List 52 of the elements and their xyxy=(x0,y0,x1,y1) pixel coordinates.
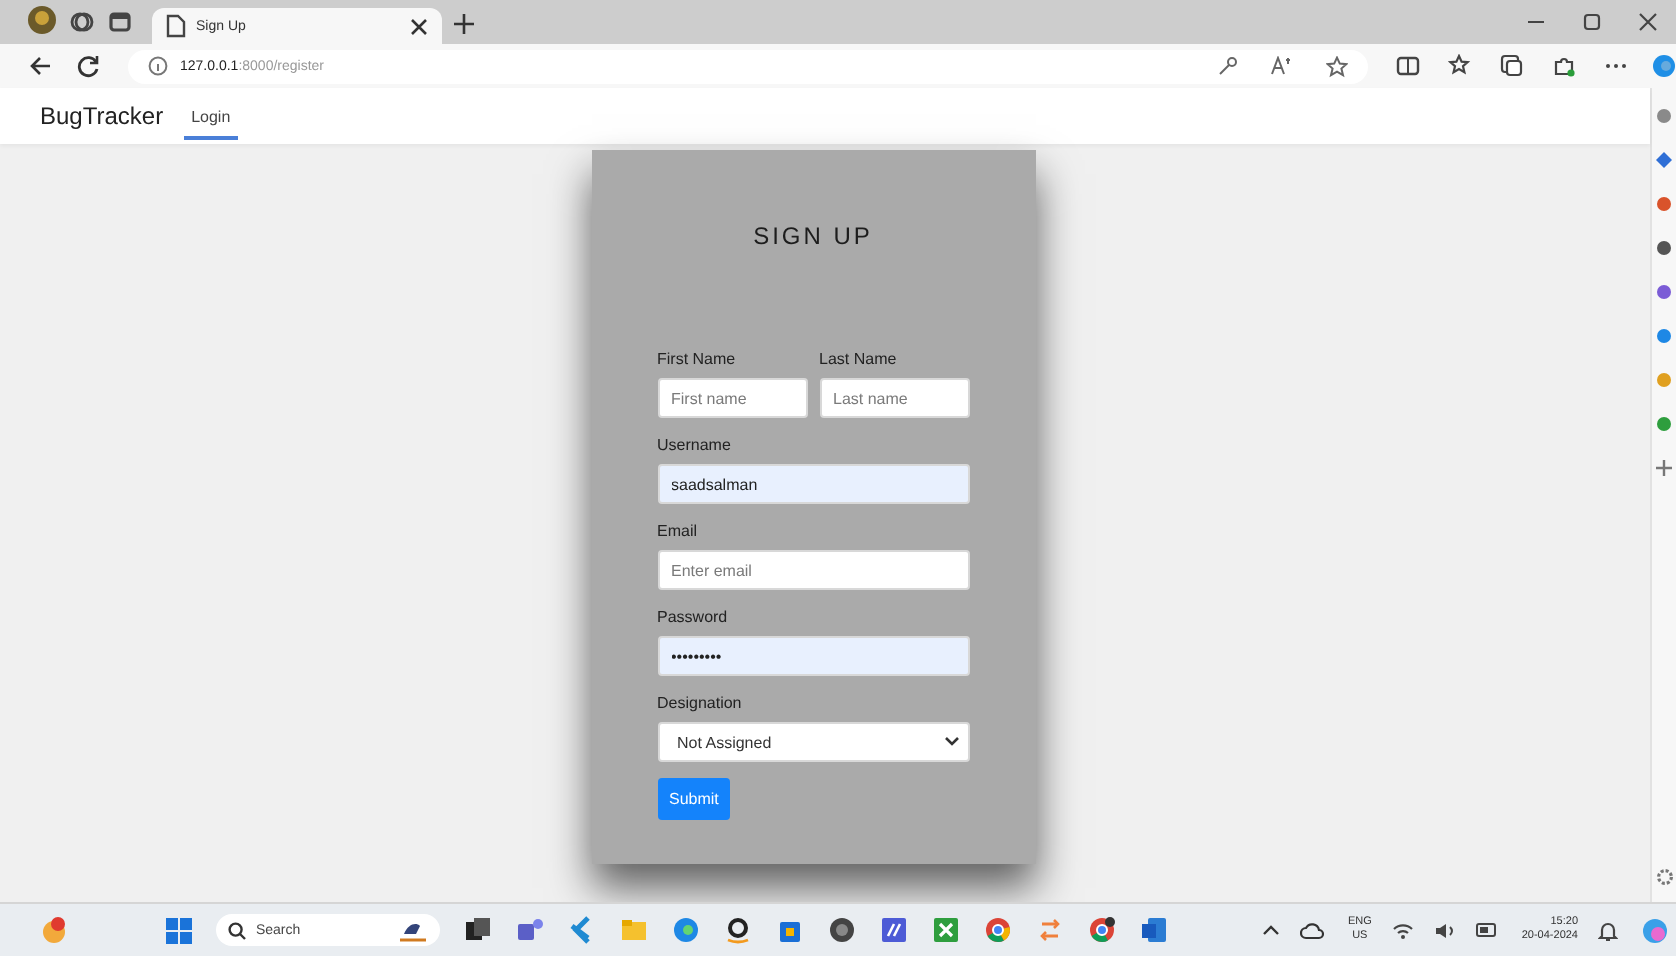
field-label: First Name xyxy=(657,350,738,368)
board-icon[interactable] xyxy=(879,916,908,944)
settings-icon[interactable] xyxy=(1655,868,1673,886)
cloud-icon[interactable] xyxy=(1299,920,1324,940)
back-icon[interactable] xyxy=(28,54,52,78)
split-screen-icon[interactable] xyxy=(1396,54,1420,78)
workspaces-icon[interactable] xyxy=(70,10,94,34)
key-icon[interactable] xyxy=(1218,56,1238,76)
input-field[interactable]: Last name xyxy=(819,378,969,418)
new-tab-icon[interactable] xyxy=(454,14,474,34)
restore-icon[interactable] xyxy=(1582,12,1602,32)
bell-icon[interactable] xyxy=(1598,919,1618,941)
profile-avatar-icon[interactable] xyxy=(28,6,56,34)
close-icon[interactable] xyxy=(410,17,428,35)
extensions-icon[interactable] xyxy=(1552,54,1576,78)
info-icon xyxy=(148,56,168,76)
circle-icon[interactable] xyxy=(1656,328,1672,344)
field-label: Email xyxy=(657,522,700,540)
start-icon[interactable] xyxy=(165,917,192,943)
add-icon[interactable] xyxy=(1656,460,1672,476)
input-field[interactable]: saadsalman xyxy=(657,464,969,504)
battery-icon[interactable] xyxy=(1475,922,1498,938)
input-field[interactable]: First name xyxy=(657,378,807,418)
read-aloud-icon[interactable] xyxy=(1270,56,1294,76)
chevron-down-icon xyxy=(943,736,959,748)
weather-icon[interactable] xyxy=(40,916,68,944)
tab-actions-icon[interactable] xyxy=(108,10,132,34)
brand-name[interactable]: BugTracker xyxy=(40,102,164,130)
input-field[interactable]: Enter email xyxy=(657,550,969,590)
nav-link[interactable]: Login xyxy=(183,100,239,140)
globe-icon[interactable] xyxy=(827,916,856,944)
circle-icon[interactable] xyxy=(1656,284,1672,300)
refresh-icon[interactable] xyxy=(76,54,100,78)
designation-select[interactable]: Not Assigned xyxy=(657,722,969,762)
field-label: Designation xyxy=(657,694,744,712)
form-title: SIGN UP xyxy=(751,222,875,250)
favorites-icon[interactable] xyxy=(1448,54,1472,78)
submit-button[interactable]: Submit xyxy=(657,778,731,820)
diamond-icon[interactable] xyxy=(1656,152,1672,168)
volume-icon[interactable] xyxy=(1433,921,1456,939)
field-label: Last Name xyxy=(819,350,899,368)
store-icon[interactable] xyxy=(775,916,804,944)
field-label: Username xyxy=(657,436,733,454)
chevron-up-icon[interactable] xyxy=(1261,924,1280,936)
collections-icon[interactable] xyxy=(1500,54,1524,78)
page-icon xyxy=(166,14,186,38)
task-view-icon[interactable] xyxy=(463,916,492,944)
input-field[interactable]: ••••••••• xyxy=(657,636,969,676)
field-label: Password xyxy=(657,608,730,626)
star-icon[interactable] xyxy=(1326,55,1348,77)
close-icon[interactable] xyxy=(1638,12,1658,32)
wifi-icon[interactable] xyxy=(1391,921,1414,939)
